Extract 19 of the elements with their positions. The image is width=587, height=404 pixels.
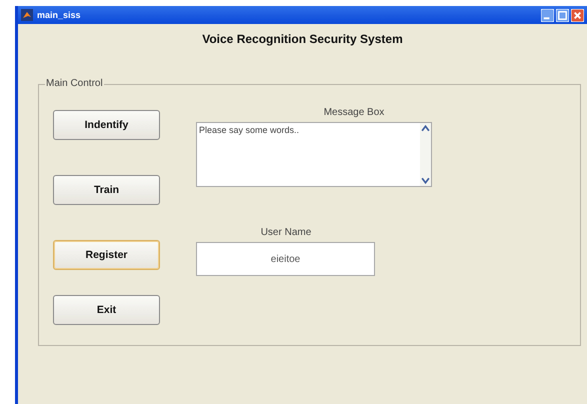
message-box-label: Message Box (322, 107, 386, 118)
action-button[interactable]: Register (53, 240, 160, 270)
action-button[interactable]: Train (53, 175, 160, 205)
close-icon[interactable] (571, 8, 584, 22)
user-name-field[interactable]: eieitoe (196, 242, 375, 276)
app-heading: Voice Recognition Security System (201, 32, 404, 46)
maximize-icon[interactable] (556, 8, 569, 22)
user-name-label: User Name (260, 227, 312, 238)
app-icon (21, 9, 33, 21)
scroll-down-icon[interactable] (421, 176, 430, 185)
scroll-bar[interactable] (420, 123, 431, 186)
window-title: main_siss (37, 10, 81, 20)
action-button[interactable]: Indentify (53, 110, 160, 140)
minimize-icon[interactable] (541, 8, 554, 22)
scroll-up-icon[interactable] (421, 124, 430, 133)
panel-title: Main Control (45, 78, 104, 89)
message-box[interactable]: Please say some words.. (196, 122, 432, 187)
message-text: Please say some words.. (198, 124, 300, 137)
action-button[interactable]: Exit (53, 295, 160, 325)
